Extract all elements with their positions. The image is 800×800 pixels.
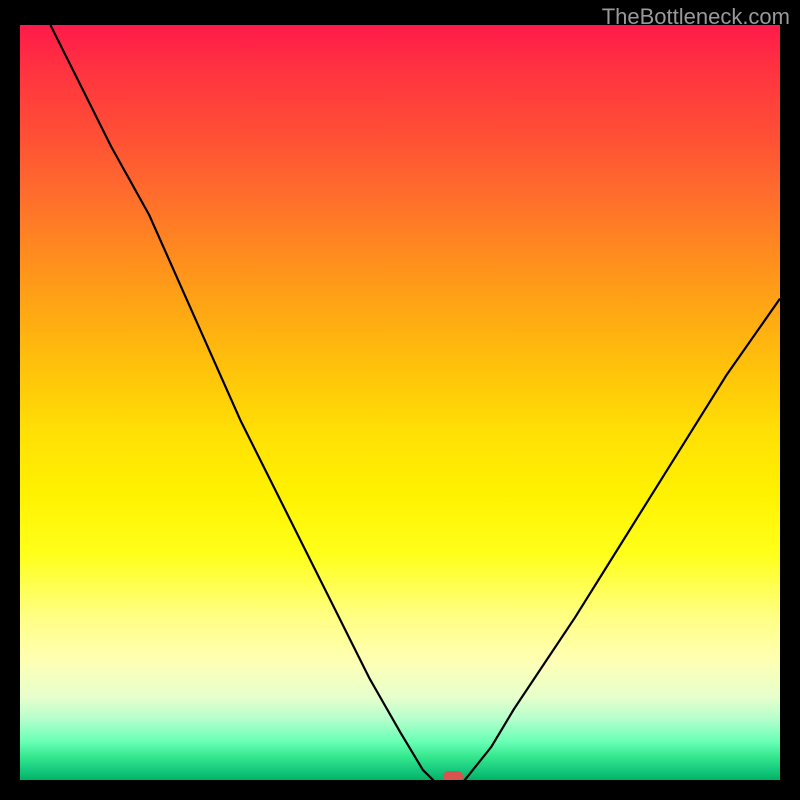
attribution-text: TheBottleneck.com <box>602 4 790 30</box>
optimal-marker <box>443 771 463 780</box>
plot-area <box>20 25 780 780</box>
bottleneck-curve <box>20 25 780 780</box>
